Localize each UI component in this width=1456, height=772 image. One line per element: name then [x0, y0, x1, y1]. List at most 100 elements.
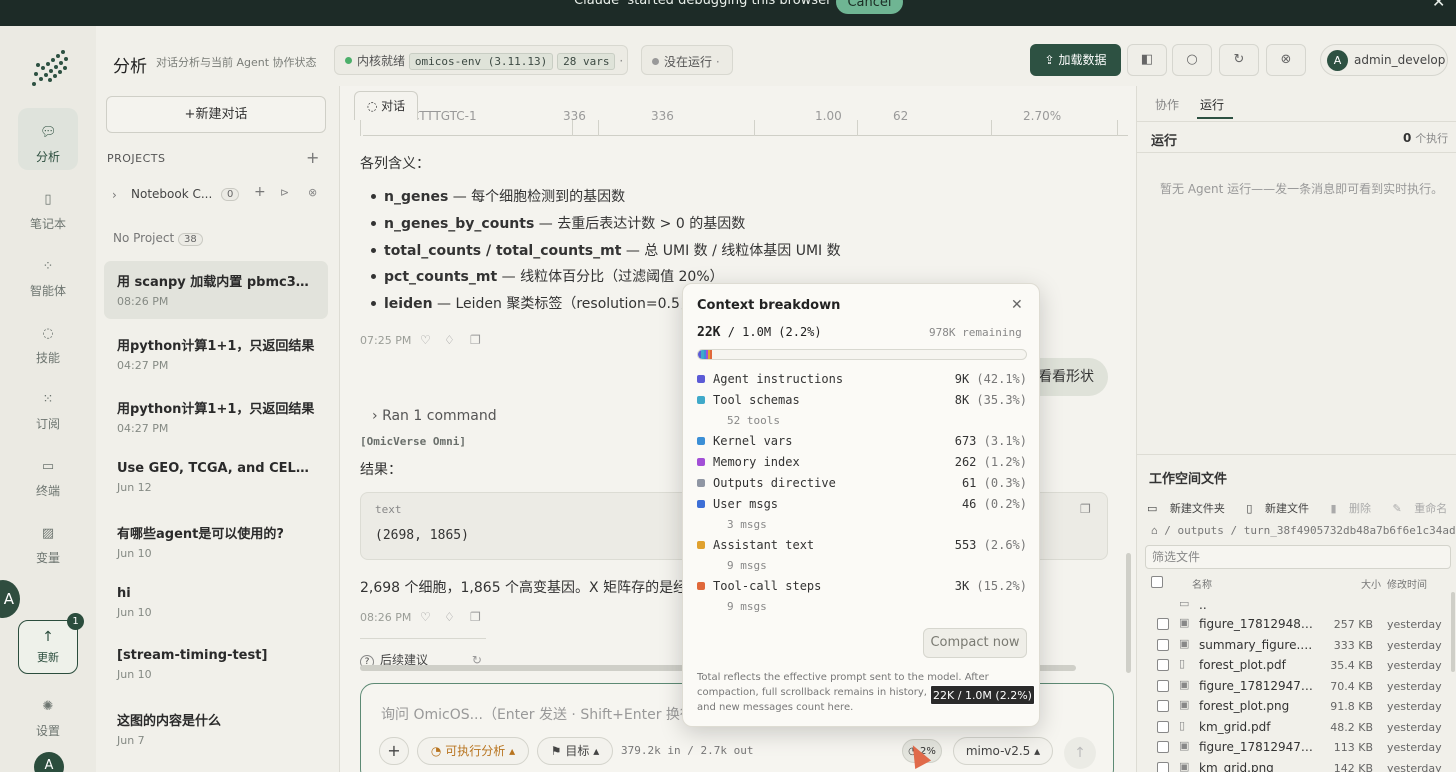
tab-runs[interactable]: 运行 [1200, 96, 1224, 113]
conversation-item[interactable]: 用python计算1+1，只返回结果 04:27 PM [104, 325, 328, 383]
send-button[interactable]: ↑ [1064, 737, 1096, 769]
rail-item-settings[interactable]: ✺ 设置 [18, 682, 78, 744]
file-filter-input[interactable]: 筛选文件 [1145, 545, 1451, 569]
tag-icon[interactable]: ⊳ [280, 186, 289, 199]
row-checkbox[interactable] [1157, 659, 1169, 671]
rename-button[interactable]: ✎ 重命名 [1393, 502, 1456, 515]
row-checkbox[interactable] [1157, 721, 1169, 733]
new-chat-button[interactable]: +新建对话 [106, 96, 326, 133]
conversation-item[interactable]: 用python计算1+1，只返回结果 04:27 PM [104, 388, 328, 446]
attach-button[interactable]: + [379, 737, 409, 765]
agent-tag: [OmicVerse Omni] [360, 435, 466, 448]
rail-item-analysis[interactable]: 💬︎ 分析 [18, 108, 78, 170]
select-all-checkbox[interactable] [1151, 576, 1163, 588]
rail-item-terminal[interactable]: ▭ 终端 [18, 442, 78, 504]
model-select[interactable]: mimo-v2.5 ▴ [953, 737, 1053, 765]
conversation-item[interactable]: [stream-timing-test] Jun 10 [104, 638, 328, 696]
column-mtime[interactable]: 修改时间 [1387, 576, 1427, 591]
file-row-parent[interactable]: ▭ .. [1137, 596, 1456, 616]
row-checkbox[interactable] [1157, 700, 1169, 712]
circle-button[interactable]: ○ [1172, 44, 1212, 76]
rail-item-variables[interactable]: ▨ 变量 [18, 509, 78, 571]
close-icon[interactable]: ✕ [1432, 0, 1445, 11]
file-row[interactable]: ▯ forest_plot.pdf 35.4 KB yesterday [1137, 656, 1456, 676]
status-dot-icon [345, 57, 352, 64]
no-project-group[interactable]: No Project 38 [113, 231, 203, 246]
copy-icon[interactable]: ❐ [470, 333, 481, 347]
conversation-item[interactable]: hi Jun 10 [104, 576, 328, 634]
refresh-button[interactable]: ↻ [1219, 44, 1259, 76]
file-row[interactable]: ▣ km_grid.png 142 KB yesterday [1137, 759, 1456, 772]
message-input[interactable]: 询问 OmicOS...（Enter 发送 · Shift+Enter 换行） [381, 704, 708, 724]
row-checkbox[interactable] [1157, 762, 1169, 772]
new-file-button[interactable]: ▯ 新建文件 [1246, 502, 1318, 515]
projects-header: PROJECTS [107, 152, 166, 165]
file-row[interactable]: ▣ figure_1781294804... 257 KB yesterday [1137, 615, 1456, 635]
toggle-panel-button[interactable]: ◧ [1127, 44, 1167, 76]
compact-now-button[interactable]: Compact now [923, 628, 1027, 658]
vertical-scrollbar[interactable] [1451, 592, 1455, 672]
folder-icon: ▭ [1147, 502, 1158, 515]
divider [1137, 152, 1456, 153]
workspace-title: 工作空间文件 [1149, 472, 1228, 487]
file-row[interactable]: ▣ forest_plot.png 91.8 KB yesterday [1137, 697, 1456, 717]
copy-icon[interactable]: ❐ [1080, 502, 1091, 516]
app-logo[interactable] [30, 48, 70, 88]
vertical-scrollbar[interactable] [1126, 553, 1131, 673]
file-row[interactable]: ▣ figure_1781294778... 70.4 KB yesterday [1137, 677, 1456, 697]
thumbs-up-icon[interactable]: ♡ [420, 610, 431, 624]
cancel-debug-button[interactable]: Cancel [836, 0, 903, 14]
column-size[interactable]: 大小 [1361, 576, 1381, 591]
rail-item-notebook[interactable]: ▯ 笔记本 [18, 175, 78, 237]
rail-item-skills[interactable]: ◌ 技能 [18, 309, 78, 371]
list-item: pct_counts_mt — 线粒体百分比（过滤阈值 20%） [371, 266, 724, 286]
conversation-item[interactable]: Use GEO, TCGA, and CELLxG... Jun 12 [104, 451, 328, 509]
add-icon[interactable]: + [254, 184, 266, 200]
copy-icon[interactable]: ❐ [470, 610, 481, 624]
file-row[interactable]: ▣ summary_figure.png 333 KB yesterday [1137, 636, 1456, 656]
new-folder-button[interactable]: ▭ 新建文件夹 [1147, 502, 1234, 515]
breadcrumb[interactable]: ⌂ / outputs / turn_38f4905732db48a7b6f6e… [1151, 524, 1456, 537]
row-checkbox[interactable] [1157, 680, 1169, 692]
file-row[interactable]: ▯ km_grid.pdf 48.2 KB yesterday [1137, 718, 1456, 738]
thumbs-down-icon[interactable]: ♢ [444, 610, 455, 624]
ran-command-toggle[interactable]: › Ran 1 command [372, 408, 497, 424]
update-button[interactable]: ↑ 更新 1 [18, 613, 84, 674]
message-time: 08:26 PM [360, 611, 412, 624]
folder-icon: ▭ [1179, 597, 1190, 610]
gear-icon: ✺ [42, 699, 54, 714]
file-row[interactable]: ▣ figure_1781294777... 113 KB yesterday [1137, 738, 1456, 758]
project-notebook[interactable]: › Notebook C... 0 + ⊳ ⊗ [106, 182, 328, 210]
stop-icon: ⊗ [1280, 52, 1292, 67]
page-title: 分析 [113, 57, 147, 77]
empty-runs-message: 暂无 Agent 运行——发一条消息即可看到实时执行。 [1160, 182, 1444, 196]
active-tab-indicator [1197, 117, 1233, 119]
close-icon[interactable]: ✕ [1011, 297, 1023, 313]
rail-item-agents[interactable]: ⁘ 智能体 [18, 242, 78, 304]
thumbs-up-icon[interactable]: ♡ [420, 333, 431, 347]
workspace-toolbar: ▭ 新建文件夹 ▯ 新建文件 ▮ 删除 ✎ 重命名 ⊙ 更多 [1147, 500, 1456, 516]
conversation-item[interactable]: 用 scanpy 加载内置 pbmc3k 数据... 08:26 PM [104, 261, 328, 319]
chat-icon: ◌ [366, 99, 378, 113]
stop-button[interactable]: ⊗ [1266, 44, 1306, 76]
row-checkbox[interactable] [1157, 618, 1169, 630]
delete-button[interactable]: ▮ 删除 [1330, 502, 1380, 515]
user-menu[interactable]: A admin_develop [1320, 44, 1448, 76]
context-row-detail: 52 tools [727, 414, 780, 427]
tab-chat[interactable]: ◌ 对话 [354, 91, 418, 120]
conversation-item[interactable]: 这图的内容是什么 Jun 7 [104, 700, 328, 758]
rail-item-subscriptions[interactable]: ⁙ 订阅 [18, 375, 78, 437]
run-status[interactable]: 没在运行 · [641, 45, 733, 75]
row-checkbox[interactable] [1157, 741, 1169, 753]
thumbs-down-icon[interactable]: ♢ [444, 333, 455, 347]
target-select[interactable]: ⚑ 目标 ▴ [537, 737, 613, 765]
column-name[interactable]: 名称 [1192, 576, 1212, 591]
remove-icon[interactable]: ⊗ [308, 186, 317, 199]
conversation-item[interactable]: 有哪些agent是可以使用的? Jun 10 [104, 513, 328, 571]
tab-collab[interactable]: 协作 [1155, 96, 1179, 113]
load-data-button[interactable]: ⇪ 加载数据 [1030, 44, 1121, 76]
mode-select[interactable]: ◔ 可执行分析 ▴ [417, 737, 529, 765]
row-checkbox[interactable] [1157, 639, 1169, 651]
add-project-icon[interactable]: + [306, 148, 319, 167]
kernel-status[interactable]: 内核就绪 omicos-env (3.11.13) 28 vars · [334, 45, 628, 75]
